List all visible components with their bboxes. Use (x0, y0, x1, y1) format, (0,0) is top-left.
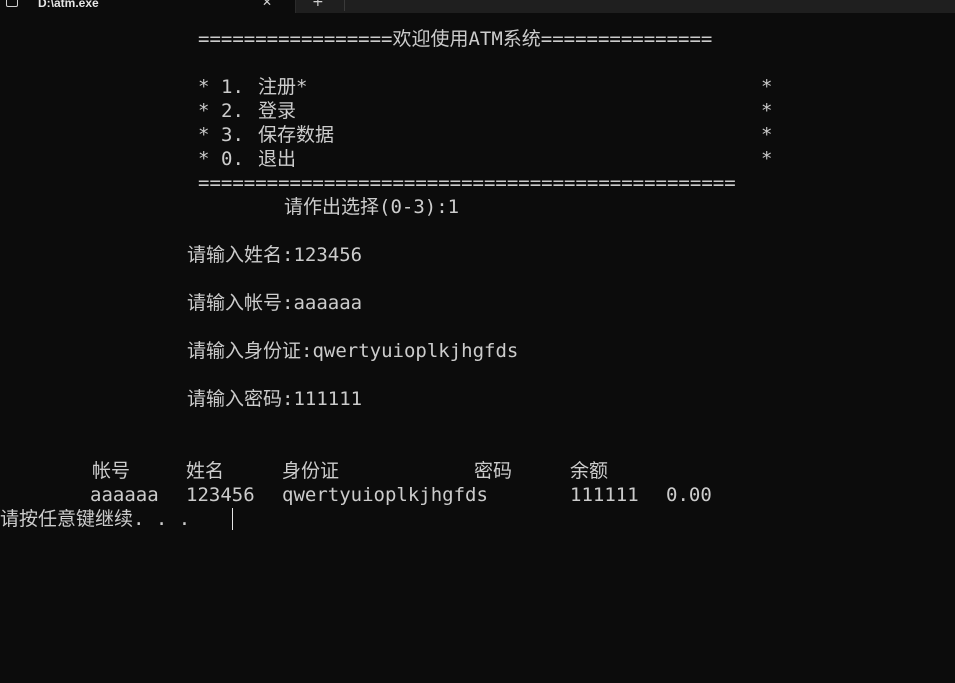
input-label: 请输入密码: (187, 388, 294, 410)
menu-item-number: 3. (221, 124, 244, 146)
menu-item-tail: * (761, 124, 773, 146)
input-label: 请输入姓名: (187, 244, 294, 266)
menu-item-label: 登录 (258, 100, 297, 122)
menu-item-star: * (198, 148, 210, 170)
menu-item-star: * (198, 124, 210, 146)
table-cell-balance: 0.00 (666, 484, 712, 506)
menu-item-star: * (198, 100, 210, 122)
menu-item-tail: * (761, 76, 773, 98)
menu-item-star: * (198, 76, 210, 98)
table-header-id: 身份证 (282, 460, 340, 482)
menu-item-number: 1. (221, 76, 244, 98)
input-line-account: 请输入帐号:aaaaaa (187, 292, 362, 314)
table-header-account: 帐号 (92, 460, 131, 482)
menu-footer: ========================================… (198, 172, 736, 194)
input-line-id: 请输入身份证:qwertyuioplkjhgfds (187, 340, 518, 362)
console-output[interactable]: =================欢迎使用ATM系统==============… (0, 0, 955, 683)
menu-item-label: 注册* (258, 76, 308, 98)
menu-item-tail: * (761, 100, 773, 122)
table-cell-password: 111111 (570, 484, 639, 506)
menu-item-tail: * (761, 148, 773, 170)
menu-item-number: 2. (221, 100, 244, 122)
input-value: 123456 (293, 244, 363, 266)
table-header-password: 密码 (474, 460, 513, 482)
input-line-name: 请输入姓名:123456 (187, 244, 362, 266)
continue-prompt: 请按任意键继续. . . (0, 508, 191, 530)
choice-prompt: 请作出选择(0-3):1 (284, 196, 460, 218)
input-label: 请输入身份证: (187, 340, 313, 362)
input-value: aaaaaa (293, 292, 363, 314)
input-line-password: 请输入密码:111111 (187, 388, 362, 410)
table-cell-name: 123456 (186, 484, 255, 506)
menu-header: =================欢迎使用ATM系统==============… (198, 28, 713, 50)
menu-item-number: 0. (221, 148, 244, 170)
text-cursor (232, 508, 233, 530)
table-header-name: 姓名 (186, 460, 225, 482)
table-header-balance: 余额 (570, 460, 609, 482)
table-cell-id: qwertyuioplkjhgfds (282, 484, 488, 506)
menu-item-label: 保存数据 (258, 124, 335, 146)
table-cell-account: aaaaaa (90, 484, 159, 506)
input-label: 请输入帐号: (187, 292, 294, 314)
input-value: 111111 (293, 388, 363, 410)
input-value: qwertyuioplkjhgfds (312, 340, 519, 362)
menu-item-label: 退出 (258, 148, 297, 170)
